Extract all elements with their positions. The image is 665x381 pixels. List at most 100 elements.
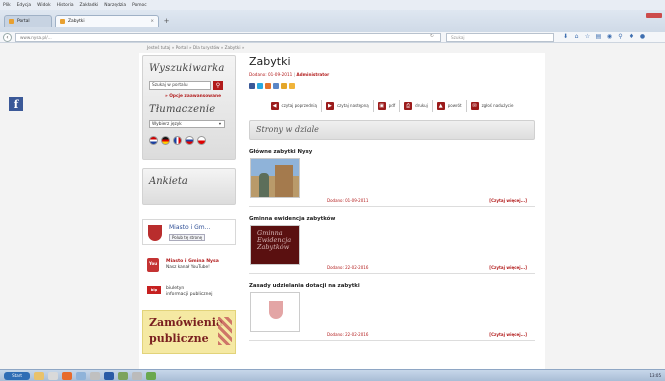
close-tab-icon[interactable]: ×	[150, 19, 154, 24]
advanced-search-link[interactable]: » Opcje zaawansowane	[149, 94, 229, 99]
menu-bookmarks[interactable]: Zakładki	[80, 3, 99, 8]
item-date: Dodano: 22-02-2016	[327, 265, 369, 270]
print-label: drukuj	[415, 102, 428, 108]
bookmark-share-icon[interactable]	[289, 83, 295, 89]
firefox-taskbar-icon[interactable]	[62, 372, 72, 380]
back-arrow-icon[interactable]: ‹	[3, 33, 12, 42]
explorer-icon[interactable]	[34, 372, 44, 380]
pdf-button[interactable]: ▣ pdf	[374, 100, 401, 112]
previous-button[interactable]: ◀ czytaj poprzednią	[267, 100, 322, 112]
youtube-subtitle: Nasz kanał YouTube!	[166, 265, 210, 270]
item-title[interactable]: Gminna ewidencja zabytków	[249, 216, 535, 222]
flag-pl-icon[interactable]	[197, 136, 206, 145]
pdf-icon: ▣	[377, 102, 386, 110]
facebook-widget[interactable]: Miasto i Gm... Polub tę stronę	[142, 219, 236, 245]
home-icon[interactable]: ⌂	[573, 33, 580, 41]
app-icon[interactable]	[132, 372, 142, 380]
flag-de-icon[interactable]	[161, 136, 170, 145]
tab-zabytki[interactable]: Zabytki ×	[55, 15, 159, 27]
facebook-icon[interactable]: f	[9, 97, 23, 111]
list-item: Zasady udzielania dotacji na zabytki Dod…	[249, 283, 535, 341]
list-item: Główne zabytki Nysy Dodano: 01-09-2011 […	[249, 149, 535, 207]
item-date: Dodano: 22-02-2016	[327, 332, 369, 337]
bookmark-icon[interactable]: ▤	[595, 33, 602, 41]
email-share-icon[interactable]	[273, 83, 279, 89]
shield-icon[interactable]: ♦	[628, 33, 635, 41]
back-label: powrót	[447, 102, 462, 108]
flag-en-icon[interactable]	[149, 136, 158, 145]
previous-icon: ◀	[270, 102, 279, 110]
tab-portal[interactable]: Portal	[4, 15, 52, 27]
app-icon[interactable]	[118, 372, 128, 380]
item-thumbnail[interactable]	[250, 292, 300, 332]
next-button[interactable]: ▶ czytaj następną	[322, 100, 374, 112]
menu-history[interactable]: Historia	[57, 3, 74, 8]
app-icon[interactable]	[76, 372, 86, 380]
rss-share-icon[interactable]	[281, 83, 287, 89]
page-viewport: Jesteś tutaj » Portal » Dla turystów » Z…	[0, 43, 665, 369]
report-icon: ✉	[470, 102, 479, 110]
search-button[interactable]: ⚲	[213, 81, 223, 90]
folder-icon[interactable]	[48, 372, 58, 380]
print-button[interactable]: ⎙ drukuj	[400, 100, 433, 112]
back-button[interactable]: ▲ powrót	[433, 100, 467, 112]
share-icons	[249, 83, 535, 89]
download-icon[interactable]: ⬇	[562, 33, 569, 41]
twitter-share-icon[interactable]	[257, 83, 263, 89]
favicon-icon	[9, 19, 14, 24]
word-icon[interactable]	[104, 372, 114, 380]
share-icon[interactable]: ⚲	[617, 33, 624, 41]
section-title: Strony w dziale	[256, 125, 319, 134]
read-more-link[interactable]: [Czytaj więcej...]	[489, 198, 527, 203]
firefox-icon[interactable]: ●	[639, 33, 646, 41]
facebook-page-name[interactable]: Miasto i Gm...	[169, 224, 210, 231]
youtube-link[interactable]: You Miasto i Gmina Nysa Nasz kanał YouTu…	[142, 255, 236, 275]
flag-fr-icon[interactable]	[173, 136, 182, 145]
statue-image	[259, 173, 269, 197]
item-thumbnail[interactable]	[250, 158, 300, 198]
item-thumbnail[interactable]: Gminna Ewidencja Zabytków	[250, 225, 300, 265]
tray-clock: 13:05	[649, 373, 661, 378]
like-button[interactable]: Polub tę stronę	[169, 234, 206, 241]
print-icon: ⎙	[404, 102, 413, 110]
read-more-link[interactable]: [Czytaj więcej...]	[489, 265, 527, 270]
bip-text: biuletyn informacji publicznej	[166, 286, 213, 298]
item-title[interactable]: Zasady udzielania dotacji na zabytki	[249, 283, 535, 289]
tab-label: Portal	[17, 19, 30, 24]
poll-title: Ankieta	[149, 176, 188, 187]
start-button[interactable]: Start	[4, 372, 30, 380]
reload-icon[interactable]: ↻	[430, 33, 434, 41]
window-close-button[interactable]	[646, 13, 662, 18]
taskbar: Start 13:05	[0, 369, 665, 381]
facebook-share-icon[interactable]	[249, 83, 255, 89]
address-bar[interactable]: www.nysa.pl/...	[15, 33, 441, 42]
flag-ru-icon[interactable]	[185, 136, 194, 145]
star-icon[interactable]: ☆	[584, 33, 591, 41]
menu-tools[interactable]: Narzędzia	[104, 3, 126, 8]
menu-view[interactable]: Widok	[37, 3, 50, 8]
menu-help[interactable]: Pomoc	[132, 3, 147, 8]
pdf-label: pdf	[388, 102, 396, 108]
search-input[interactable]: Szukaj w portalu	[149, 81, 211, 90]
menu-edit[interactable]: Edycja	[17, 3, 31, 8]
pocket-icon[interactable]: ◉	[606, 33, 613, 41]
new-tab-button[interactable]: +	[162, 17, 171, 26]
app-icon[interactable]	[90, 372, 100, 380]
report-abuse-button[interactable]: ✉ zgłoś nadużycie	[467, 100, 518, 112]
article-actions: ◀ czytaj poprzednią ▶ czytaj następną ▣ …	[249, 100, 535, 112]
menu-file[interactable]: Plik	[3, 3, 11, 8]
youtube-title: Miasto i Gmina Nysa	[166, 259, 219, 264]
read-more-link[interactable]: [Czytaj więcej...]	[489, 332, 527, 337]
tab-label: Zabytki	[68, 19, 85, 24]
article-date: Dodano: 01-09-2011	[249, 72, 293, 77]
bip-link[interactable]: bip biuletyn informacji publicznej	[142, 283, 236, 303]
blogger-share-icon[interactable]	[265, 83, 271, 89]
public-procurement-banner[interactable]: Zamówienia publiczne	[142, 310, 236, 354]
report-label: zgłoś nadużycie	[481, 102, 514, 108]
previous-label: czytaj poprzednią	[281, 102, 317, 108]
search-bar[interactable]: Szukaj	[446, 33, 554, 42]
app-icon[interactable]	[146, 372, 156, 380]
language-select[interactable]: Wybierz język ▾	[149, 120, 225, 128]
navigation-bar: ‹ www.nysa.pl/... ↻ Szukaj ⬇ ⌂ ☆ ▤ ◉ ⚲ ♦…	[0, 32, 665, 43]
item-title[interactable]: Główne zabytki Nysy	[249, 149, 535, 155]
